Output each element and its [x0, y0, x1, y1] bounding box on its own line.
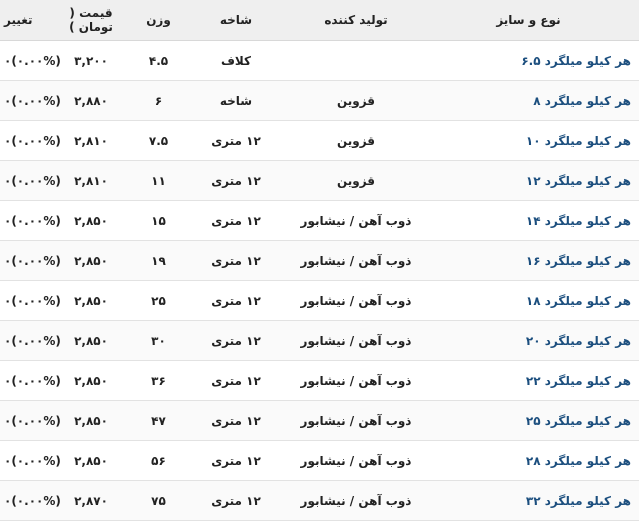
product-name-link[interactable]: هر کیلو میلگرد ۲۵	[426, 400, 639, 441]
price-cell: ۲,۸۵۰	[51, 280, 131, 321]
table-row: هر کیلو میلگرد ۸ قزوین شاخه ۶ ۲,۸۸۰ ۰(۰.۰۰%)	[0, 80, 639, 121]
header-price[interactable]: قیمت ( تومان )	[51, 0, 131, 41]
weight-cell: ۳۶	[131, 360, 186, 401]
producer-cell: ذوب آهن / نیشابور	[286, 480, 426, 521]
branch-cell: ۱۲ متری	[186, 240, 286, 281]
table-row: هر کیلو میلگرد ۱۶ ذوب آهن / نیشابور ۱۲ متر…	[0, 240, 639, 281]
branch-cell: ۱۲ متری	[186, 440, 286, 481]
producer-cell: قزوین	[286, 80, 426, 121]
branch-cell: ۱۲ متری	[186, 400, 286, 441]
product-name-link[interactable]: هر کیلو میلگرد ۱۴	[426, 200, 639, 241]
product-name-link[interactable]: هر کیلو میلگرد ۱۰	[426, 120, 639, 161]
change-cell: ۰(۰.۰۰%)	[0, 360, 61, 401]
change-cell: ۰(۰.۰۰%)	[0, 440, 61, 481]
table-row: هر کیلو میلگرد ۱۸ ذوب آهن / نیشابور ۱۲ متر…	[0, 280, 639, 321]
price-cell: ۲,۸۵۰	[51, 240, 131, 281]
change-cell: ۰(۰.۰۰%)	[0, 280, 61, 321]
change-cell: ۰(۰.۰۰%)	[0, 320, 61, 361]
header-change[interactable]: تغییر	[0, 0, 51, 41]
producer-cell: ذوب آهن / نیشابور	[286, 240, 426, 281]
price-cell: ۲,۸۵۰	[51, 200, 131, 241]
branch-cell: ۱۲ متری	[186, 360, 286, 401]
price-cell: ۲,۸۱۰	[51, 160, 131, 201]
product-name-link[interactable]: هر کیلو میلگرد ۲۲	[426, 360, 639, 401]
change-cell: ۰(۰.۰۰%)	[0, 480, 61, 521]
weight-cell: ۱۹	[131, 240, 186, 281]
weight-cell: ۷۵	[131, 480, 186, 521]
table-row: هر کیلو میلگرد ۱۲ قزوین ۱۲ متری ۱۱ ۲,۸۱۰ ۰(۰.…	[0, 160, 639, 201]
product-name-link[interactable]: هر کیلو میلگرد ۱۲	[426, 160, 639, 201]
price-cell: ۲,۸۵۰	[51, 360, 131, 401]
producer-cell	[286, 40, 426, 81]
weight-cell: ۱۵	[131, 200, 186, 241]
producer-cell: ذوب آهن / نیشابور	[286, 440, 426, 481]
change-cell: ۰(۰.۰۰%)	[0, 80, 61, 121]
branch-cell: ۱۲ متری	[186, 280, 286, 321]
weight-cell: ۴.۵	[131, 40, 186, 81]
header-branch[interactable]: شاخه	[186, 0, 286, 41]
branch-cell: کلاف	[186, 40, 286, 81]
table-row: هر کیلو میلگرد ۲۸ ذوب آهن / نیشابور ۱۲ متر…	[0, 440, 639, 481]
product-name-link[interactable]: هر کیلو میلگرد ۶.۵	[426, 40, 639, 81]
branch-cell: ۱۲ متری	[186, 160, 286, 201]
product-name-link[interactable]: هر کیلو میلگرد ۳۲	[426, 480, 639, 521]
change-cell: ۰(۰.۰۰%)	[0, 160, 61, 201]
change-cell: ۰(۰.۰۰%)	[0, 200, 61, 241]
product-name-link[interactable]: هر کیلو میلگرد ۲۸	[426, 440, 639, 481]
weight-cell: ۵۶	[131, 440, 186, 481]
table-body: هر کیلو میلگرد ۶.۵ کلاف ۴.۵ ۳,۲۰۰ ۰(۰.۰۰%) هر…	[0, 40, 639, 521]
branch-cell: ۱۲ متری	[186, 320, 286, 361]
change-cell: ۰(۰.۰۰%)	[0, 40, 61, 81]
change-cell: ۰(۰.۰۰%)	[0, 120, 61, 161]
header-producer[interactable]: تولید کننده	[286, 0, 426, 41]
weight-cell: ۷.۵	[131, 120, 186, 161]
weight-cell: ۳۰	[131, 320, 186, 361]
table-row: هر کیلو میلگرد ۲۰ ذوب آهن / نیشابور ۱۲ متر…	[0, 320, 639, 361]
change-cell: ۰(۰.۰۰%)	[0, 240, 61, 281]
branch-cell: ۱۲ متری	[186, 200, 286, 241]
price-cell: ۲,۸۷۰	[51, 480, 131, 521]
price-cell: ۲,۸۵۰	[51, 440, 131, 481]
producer-cell: قزوین	[286, 120, 426, 161]
weight-cell: ۴۷	[131, 400, 186, 441]
table-row: هر کیلو میلگرد ۱۴ ذوب آهن / نیشابور ۱۲ متر…	[0, 200, 639, 241]
product-name-link[interactable]: هر کیلو میلگرد ۲۰	[426, 320, 639, 361]
product-name-link[interactable]: هر کیلو میلگرد ۱۶	[426, 240, 639, 281]
table-row: هر کیلو میلگرد ۳۲ ذوب آهن / نیشابور ۱۲ متر…	[0, 480, 639, 521]
table-row: هر کیلو میلگرد ۱۰ قزوین ۱۲ متری ۷.۵ ۲,۸۱۰ ۰(۰…	[0, 120, 639, 161]
product-name-link[interactable]: هر کیلو میلگرد ۱۸	[426, 280, 639, 321]
price-cell: ۲,۸۵۰	[51, 320, 131, 361]
rebar-price-table: نوع و سایز تولید کننده شاخه وزن قیمت ( ت…	[0, 0, 639, 521]
price-cell: ۲,۸۵۰	[51, 400, 131, 441]
producer-cell: قزوین	[286, 160, 426, 201]
price-cell: ۲,۸۸۰	[51, 80, 131, 121]
table-header-row: نوع و سایز تولید کننده شاخه وزن قیمت ( ت…	[0, 0, 639, 41]
weight-cell: ۶	[131, 80, 186, 121]
branch-cell: شاخه	[186, 80, 286, 121]
table-row: هر کیلو میلگرد ۶.۵ کلاف ۴.۵ ۳,۲۰۰ ۰(۰.۰۰%)	[0, 40, 639, 81]
product-name-link[interactable]: هر کیلو میلگرد ۸	[426, 80, 639, 121]
price-cell: ۳,۲۰۰	[51, 40, 131, 81]
producer-cell: ذوب آهن / نیشابور	[286, 280, 426, 321]
producer-cell: ذوب آهن / نیشابور	[286, 200, 426, 241]
price-cell: ۲,۸۱۰	[51, 120, 131, 161]
weight-cell: ۱۱	[131, 160, 186, 201]
change-cell: ۰(۰.۰۰%)	[0, 400, 61, 441]
producer-cell: ذوب آهن / نیشابور	[286, 360, 426, 401]
table-row: هر کیلو میلگرد ۲۵ ذوب آهن / نیشابور ۱۲ متر…	[0, 400, 639, 441]
producer-cell: ذوب آهن / نیشابور	[286, 400, 426, 441]
header-weight[interactable]: وزن	[131, 0, 186, 41]
weight-cell: ۲۵	[131, 280, 186, 321]
table-row: هر کیلو میلگرد ۲۲ ذوب آهن / نیشابور ۱۲ متر…	[0, 360, 639, 401]
branch-cell: ۱۲ متری	[186, 120, 286, 161]
branch-cell: ۱۲ متری	[186, 480, 286, 521]
header-name[interactable]: نوع و سایز	[426, 0, 639, 41]
producer-cell: ذوب آهن / نیشابور	[286, 320, 426, 361]
